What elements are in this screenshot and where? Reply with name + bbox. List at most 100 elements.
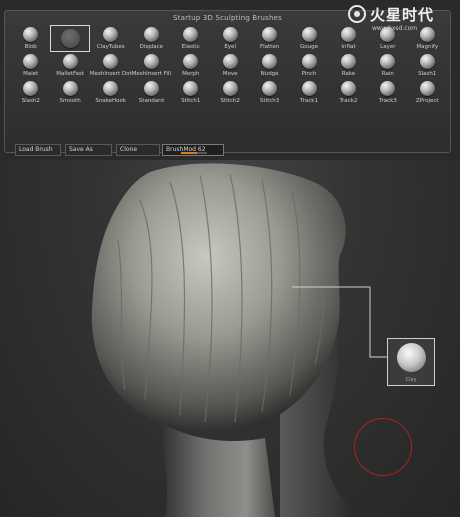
- brush-icon: [143, 27, 159, 42]
- brush-icon: [419, 81, 435, 96]
- clone-button[interactable]: Clone: [116, 144, 160, 156]
- brush-label: Morph: [182, 71, 200, 77]
- brush-label: Track1: [300, 98, 318, 104]
- brush-item[interactable]: Smooth: [50, 79, 89, 106]
- brush-item[interactable]: ClayTubes: [90, 25, 132, 52]
- brush-icon: [262, 81, 278, 96]
- brush-icon: [103, 27, 119, 42]
- brush-item[interactable]: Eyel: [210, 25, 249, 52]
- brush-item[interactable]: MeshInsert Fill: [132, 52, 171, 79]
- brush-draw-size-circle: [354, 418, 412, 476]
- brush-icon: [23, 27, 39, 42]
- brush-icon: [60, 29, 80, 48]
- brush-item[interactable]: Standard: [132, 79, 171, 106]
- brush-label: Gouge: [300, 44, 318, 50]
- brush-icon: [23, 54, 39, 69]
- brush-item[interactable]: Gouge: [289, 25, 328, 52]
- brush-item[interactable]: Slash2: [11, 79, 50, 106]
- save-as-button[interactable]: Save As: [65, 144, 112, 156]
- brush-label: Malet: [23, 71, 39, 77]
- brush-item[interactable]: Elastic: [171, 25, 210, 52]
- brush-item[interactable]: ZProject: [408, 79, 447, 106]
- brush-label: ZProject: [415, 98, 439, 104]
- site-watermark: 火星时代 www.hxsd.com: [348, 4, 456, 34]
- brush-label: ClayTubes: [96, 44, 125, 50]
- brush-icon: [143, 54, 159, 69]
- brushmod-slider-button[interactable]: BrushMod 62: [162, 144, 224, 156]
- clay-brush-thumbnail-label: Clay: [405, 377, 417, 383]
- brush-icon: [62, 54, 78, 69]
- sculpt-viewport[interactable]: Clay: [0, 160, 460, 517]
- brush-label: Rain: [381, 71, 394, 77]
- brush-item[interactable]: [50, 25, 90, 52]
- brush-label: Displace: [139, 44, 164, 50]
- brush-label: Elastic: [181, 44, 200, 50]
- brush-icon: [183, 27, 199, 42]
- neck-shape: [160, 422, 275, 517]
- brush-icon: [143, 81, 159, 96]
- brush-label: Stitch3: [259, 98, 280, 104]
- watermark-url: www.hxsd.com: [372, 25, 418, 32]
- brush-item[interactable]: Move: [210, 52, 249, 79]
- brush-item[interactable]: MalletFast: [50, 52, 89, 79]
- brush-item[interactable]: Stitch1: [171, 79, 210, 106]
- brush-item[interactable]: Blob: [11, 25, 50, 52]
- load-brush-button[interactable]: Load Brush: [15, 144, 61, 156]
- brush-icon: [183, 54, 199, 69]
- brush-label: Stitch2: [220, 98, 240, 104]
- brush-label: Track2: [339, 98, 358, 104]
- brush-icon: [103, 54, 119, 69]
- clay-brush-thumbnail: Clay: [387, 338, 435, 386]
- brush-label: Move: [222, 71, 238, 77]
- brush-item[interactable]: MeshInsert Dot: [90, 52, 132, 79]
- brush-grid: Blob ClayTubes Displace Elastic Eyel Flatten G…: [11, 25, 447, 135]
- brush-label: MeshInsert Fill: [131, 71, 171, 77]
- brush-label: MalletFast: [56, 71, 85, 77]
- brush-icon: [222, 54, 238, 69]
- brush-label: Eyel: [224, 44, 236, 50]
- brush-label: Flatten: [259, 44, 280, 50]
- brush-item[interactable]: Rain: [368, 52, 407, 79]
- watermark-title: 火星时代: [370, 6, 435, 24]
- brush-icon: [103, 81, 119, 96]
- brush-icon: [419, 54, 435, 69]
- brush-icon: [222, 27, 238, 42]
- hxsd-logo-icon: [348, 5, 366, 23]
- brush-item[interactable]: Pinch: [289, 52, 328, 79]
- brush-label: Standard: [138, 98, 164, 104]
- brush-label: Stitch1: [181, 98, 201, 104]
- brush-icon: [301, 27, 317, 42]
- brush-label: Layer: [380, 44, 396, 50]
- brush-label: Track3: [378, 98, 397, 104]
- brush-item[interactable]: Stitch2: [210, 79, 249, 106]
- brushmod-slider-track[interactable]: [181, 152, 207, 154]
- brush-item[interactable]: Rake: [329, 52, 368, 79]
- brush-label: Pinch: [301, 71, 317, 77]
- brush-label: Nudge: [260, 71, 279, 77]
- brush-icon: [301, 54, 317, 69]
- brush-item[interactable]: Nudge: [250, 52, 289, 79]
- brush-item[interactable]: SnakeHook: [90, 79, 132, 106]
- brush-icon: [380, 81, 396, 96]
- brush-item[interactable]: Morph: [171, 52, 210, 79]
- brush-icon: [23, 81, 39, 96]
- brush-item[interactable]: Track3: [368, 79, 407, 106]
- brush-icon: [340, 54, 356, 69]
- brush-label: Inflat: [341, 44, 356, 50]
- brush-item[interactable]: Track1: [289, 79, 328, 106]
- brush-item[interactable]: Stitch3: [250, 79, 289, 106]
- brush-item[interactable]: Malet: [11, 52, 50, 79]
- brush-icon: [262, 54, 278, 69]
- brush-icon: [222, 81, 238, 96]
- brushmod-slider-fill: [181, 152, 198, 154]
- brush-icon: [380, 54, 396, 69]
- brush-label: MeshInsert Dot: [89, 71, 132, 77]
- brush-label: SnakeHook: [95, 98, 127, 104]
- brush-item[interactable]: Track2: [329, 79, 368, 106]
- brush-item[interactable]: Slash1: [408, 52, 447, 79]
- brush-item[interactable]: Displace: [132, 25, 171, 52]
- clay-brush-preview-icon: [397, 343, 426, 372]
- brush-icon: [262, 27, 278, 42]
- brush-item[interactable]: Flatten: [250, 25, 289, 52]
- brush-icon: [301, 81, 317, 96]
